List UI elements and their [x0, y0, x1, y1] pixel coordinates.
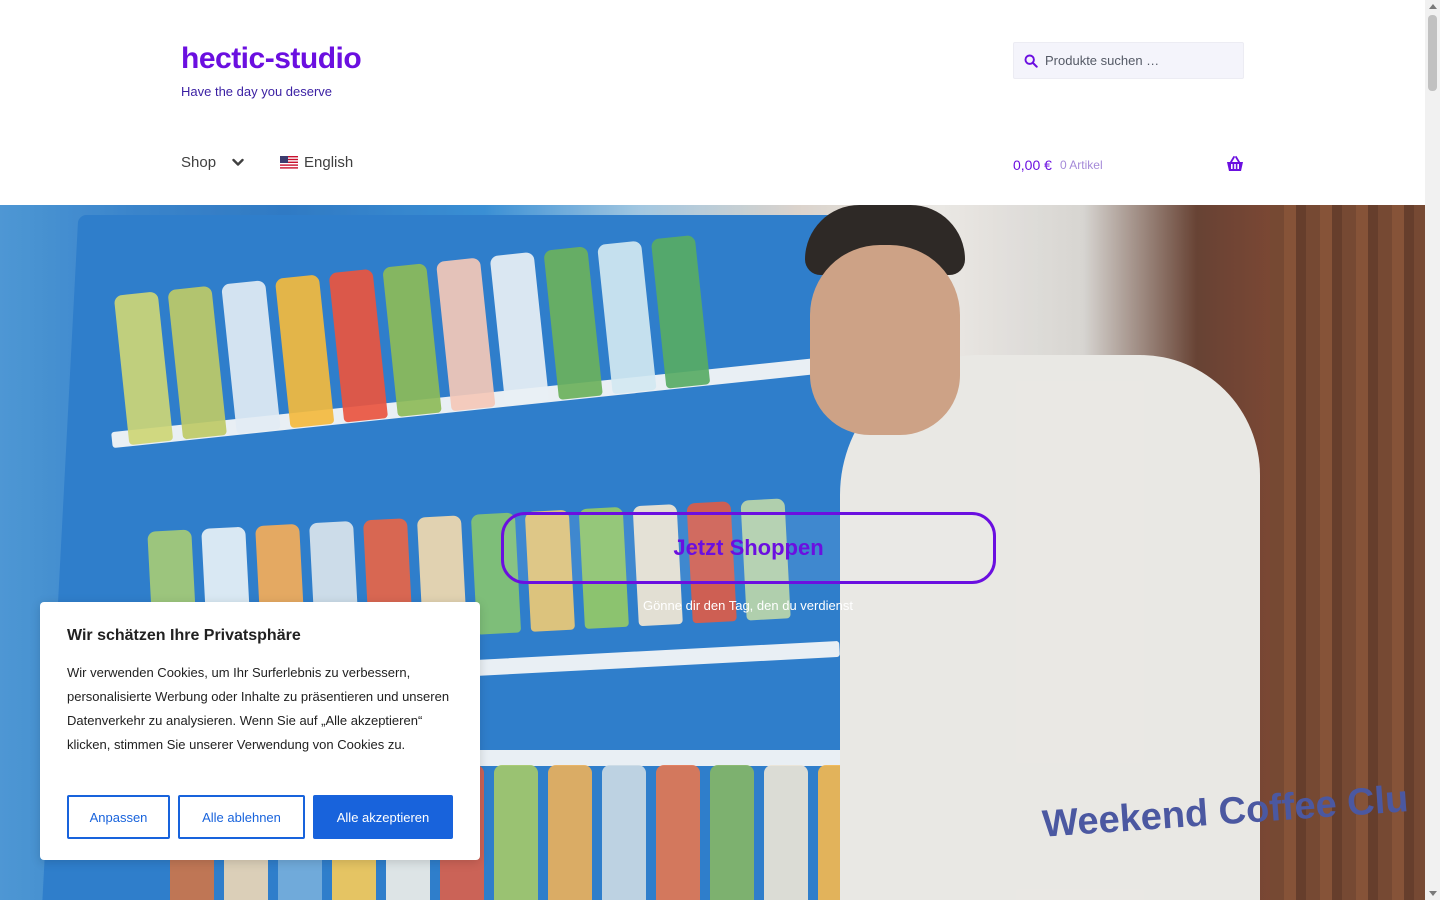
scrollbar-thumb[interactable]: [1428, 15, 1437, 91]
nav-shop-label: Shop: [181, 154, 217, 171]
search-input[interactable]: [1045, 43, 1241, 78]
nav-language-label: English: [304, 154, 354, 171]
nav-item-shop[interactable]: Shop: [181, 154, 244, 171]
cookie-banner-title: Wir schätzen Ihre Privatsphäre: [67, 627, 301, 644]
nav-item-language[interactable]: English: [280, 154, 353, 171]
cookie-reject-all-button[interactable]: Alle ablehnen: [178, 795, 305, 839]
site-title-link[interactable]: hectic-studio: [181, 42, 362, 76]
us-flag-icon: [280, 156, 298, 169]
search-icon: [1024, 54, 1038, 68]
chevron-down-icon[interactable]: [232, 158, 244, 167]
basket-icon[interactable]: [1226, 156, 1244, 172]
header-cart[interactable]: 0,00 € 0 Artikel: [1013, 154, 1244, 176]
cookie-consent-banner: Wir schätzen Ihre Privatsphäre Wir verwe…: [40, 602, 480, 860]
site-tagline: Have the day you deserve: [181, 84, 333, 99]
cookie-banner-actions: Anpassen Alle ablehnen Alle akzeptieren: [67, 795, 453, 839]
page-scrollbar[interactable]: [1425, 0, 1440, 900]
cookie-banner-text: Wir verwenden Cookies, um Ihr Surferlebn…: [67, 665, 450, 752]
scroll-up-arrow-icon[interactable]: [1429, 4, 1437, 9]
product-search[interactable]: [1013, 42, 1244, 79]
site-header: hectic-studio Have the day you deserve S…: [0, 0, 1425, 205]
cookie-accept-all-button[interactable]: Alle akzeptieren: [313, 795, 453, 839]
cart-count: 0 Artikel: [1059, 158, 1103, 172]
shop-now-button[interactable]: Jetzt Shoppen: [501, 512, 996, 584]
cookie-customize-button[interactable]: Anpassen: [67, 795, 170, 839]
scroll-down-arrow-icon[interactable]: [1429, 891, 1437, 896]
cart-amount: 0,00 €: [1013, 157, 1052, 173]
